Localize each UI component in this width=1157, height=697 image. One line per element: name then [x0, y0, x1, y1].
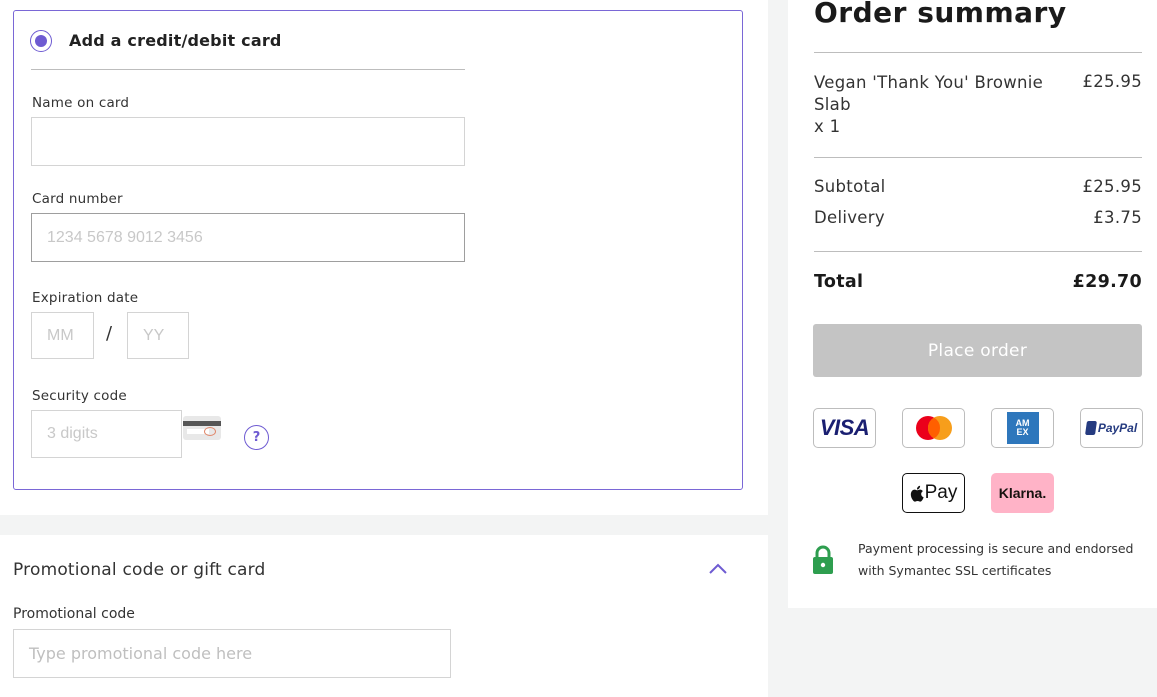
total-label: Total [814, 272, 864, 292]
promo-code-input[interactable]: Type promotional code here [13, 629, 451, 678]
name-on-card-label: Name on card [32, 95, 130, 111]
line-item-quantity: x 1 [814, 117, 841, 136]
chevron-up-icon[interactable] [708, 562, 728, 576]
line-item-price: £25.95 [1082, 72, 1142, 91]
apple-pay-icon: Pay [902, 473, 965, 513]
expiry-separator: / [106, 323, 113, 344]
line-item-name: Vegan 'Thank You' Brownie Slab [814, 73, 1044, 114]
promo-section: Promotional code or gift card Promotiona… [0, 535, 768, 697]
expiry-month-input[interactable]: MM [31, 312, 94, 359]
promo-code-label: Promotional code [13, 606, 135, 622]
place-order-button[interactable]: Place order [813, 324, 1142, 377]
card-option-label[interactable]: Add a credit/debit card [69, 31, 282, 50]
promo-toggle-title[interactable]: Promotional code or gift card [13, 560, 266, 580]
secure-payment-note: Payment processing is secure and endorse… [858, 541, 1134, 578]
mastercard-icon [902, 408, 965, 448]
divider [31, 69, 465, 70]
card-option-box: Add a credit/debit card Name on card Car… [13, 10, 743, 490]
card-payment-section: Add a credit/debit card Name on card Car… [0, 0, 768, 515]
amex-icon: AM EX [991, 408, 1054, 448]
expiration-date-label: Expiration date [32, 290, 139, 306]
paypal-icon: PayPal [1080, 408, 1143, 448]
total-value: £29.70 [1072, 272, 1142, 292]
visa-icon: VISA [813, 408, 876, 448]
security-code-input[interactable]: 3 digits [31, 410, 182, 458]
name-on-card-input[interactable] [31, 117, 465, 166]
order-summary-panel: Order summary Vegan 'Thank You' Brownie … [788, 0, 1157, 608]
cvv-card-icon [183, 416, 221, 440]
divider [814, 52, 1142, 53]
delivery-label: Delivery [814, 208, 885, 227]
security-code-help-button[interactable]: ? [244, 425, 269, 450]
divider [814, 251, 1142, 252]
subtotal-value: £25.95 [1082, 177, 1142, 196]
lock-icon [813, 545, 833, 574]
security-code-label: Security code [32, 388, 127, 404]
expiry-year-input[interactable]: YY [127, 312, 189, 359]
line-item: Vegan 'Thank You' Brownie Slab x 1 [814, 72, 1064, 138]
card-number-label: Card number [32, 191, 123, 207]
klarna-icon: Klarna. [991, 473, 1054, 513]
order-summary-title: Order summary [814, 0, 1067, 29]
card-number-input[interactable]: 1234 5678 9012 3456 [31, 213, 465, 262]
card-option-radio[interactable] [30, 30, 52, 52]
subtotal-label: Subtotal [814, 177, 886, 196]
delivery-value: £3.75 [1093, 208, 1142, 227]
divider [814, 157, 1142, 158]
payment-column: Add a credit/debit card Name on card Car… [0, 0, 768, 697]
